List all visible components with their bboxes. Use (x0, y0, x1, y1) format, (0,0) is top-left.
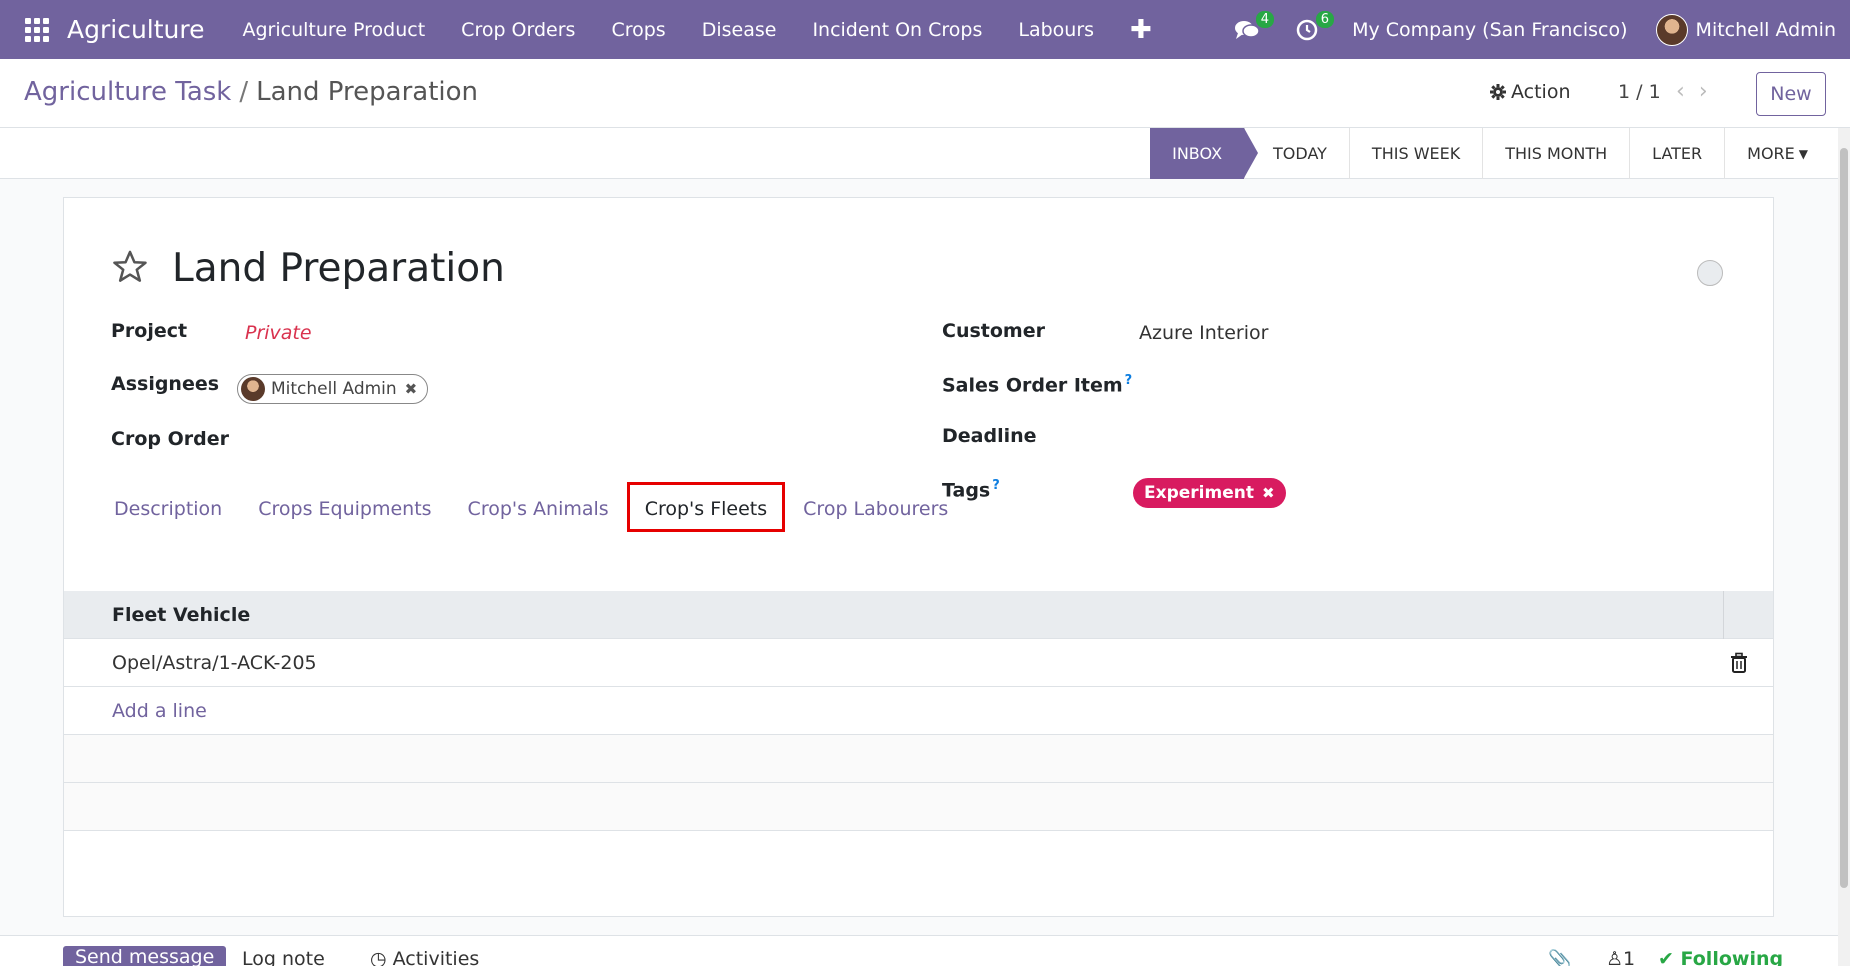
tag-label: Experiment (1144, 483, 1254, 503)
empty-row (64, 735, 1773, 783)
plus-icon[interactable]: ✚ (1130, 15, 1152, 45)
fleet-vehicle-cell[interactable]: Opel/Astra/1-ACK-205 (112, 652, 317, 674)
scroll-thumb[interactable] (1840, 148, 1848, 888)
sales-order-item-text: Sales Order Item (942, 374, 1123, 397)
apps-menu-icon[interactable] (25, 17, 49, 42)
user-avatar[interactable] (1655, 13, 1688, 46)
column-divider (1723, 591, 1724, 639)
breadcrumb-parent[interactable]: Agriculture Task (24, 77, 231, 107)
sales-order-item-label: Sales Order Item? (942, 373, 1132, 396)
messages-count-badge: 4 (1255, 10, 1275, 28)
activities-count-badge: 6 (1315, 10, 1335, 28)
help-icon[interactable]: ? (1125, 373, 1133, 388)
tab-description[interactable]: Description (96, 482, 240, 532)
menu-agriculture-product[interactable]: Agriculture Product (225, 19, 444, 41)
app-title[interactable]: Agriculture (67, 15, 205, 44)
activities-label: Activities (392, 948, 480, 966)
assignee-tag[interactable]: Mitchell Admin ✖ (237, 374, 429, 404)
assignee-name: Mitchell Admin (271, 379, 397, 399)
customer-field[interactable]: Azure Interior (1139, 322, 1268, 344)
table-header: Fleet Vehicle (64, 591, 1773, 639)
pager-value[interactable]: 1 / 1 (1618, 81, 1661, 103)
clock-icon (1296, 19, 1318, 40)
following-label: Following (1680, 948, 1784, 966)
followers-count: 1 (1623, 948, 1636, 966)
record-title[interactable]: Land Preparation (172, 246, 505, 291)
column-fleet-vehicle[interactable]: Fleet Vehicle (112, 604, 250, 626)
menu-disease[interactable]: Disease (684, 19, 795, 41)
company-switcher[interactable]: My Company (San Francisco) (1352, 19, 1627, 41)
action-label: Action (1511, 81, 1571, 103)
assignee-avatar (241, 377, 265, 401)
following-button[interactable]: ✔ Following (1658, 948, 1783, 966)
stage-this-week[interactable]: THIS WEEK (1350, 128, 1484, 179)
pager-arrows: ‹› (1676, 79, 1722, 104)
notebook-tabs: Description Crops Equipments Crop's Anim… (96, 482, 966, 532)
control-panel: Agriculture Task / Land Preparation Action… (0, 59, 1850, 128)
deadline-label: Deadline (942, 425, 1037, 447)
tab-crops-equipments[interactable]: Crops Equipments (240, 482, 449, 532)
menu-crops[interactable]: Crops (593, 19, 683, 41)
stage-later[interactable]: LATER (1630, 128, 1726, 179)
add-line-row: Add a line (64, 687, 1773, 735)
stage-more-label: MORE (1747, 144, 1795, 163)
help-icon[interactable]: ? (992, 478, 1000, 493)
remove-tag-icon[interactable]: ✖ (1262, 484, 1275, 502)
star-icon[interactable] (111, 248, 149, 286)
empty-row (64, 783, 1773, 831)
action-button[interactable]: Action (1490, 81, 1571, 103)
trash-icon[interactable] (1729, 652, 1749, 674)
chevron-right-icon[interactable]: › (1699, 79, 1722, 104)
remove-assignee-icon[interactable]: ✖ (405, 380, 418, 398)
stage-this-month[interactable]: THIS MONTH (1483, 128, 1631, 179)
breadcrumb: Agriculture Task / Land Preparation (24, 77, 478, 107)
check-icon: ✔ (1658, 948, 1681, 966)
top-navbar: Agriculture Agriculture Product Crop Ord… (0, 0, 1850, 59)
table-row[interactable]: Opel/Astra/1-ACK-205 (64, 639, 1773, 687)
kanban-state-indicator[interactable] (1697, 260, 1723, 286)
messages-button[interactable]: 4 (1232, 10, 1275, 45)
log-note-button[interactable]: Log note (242, 948, 325, 966)
new-button[interactable]: New (1756, 72, 1826, 116)
menu-incident-on-crops[interactable]: Incident On Crops (794, 19, 1000, 41)
user-icon: ♙ (1606, 948, 1624, 966)
tab-crops-fleets[interactable]: Crop's Fleets (626, 482, 786, 532)
breadcrumb-separator: / (239, 77, 249, 107)
chatter-bar: Send message Log note ◷ Activities 📎 ♙1 … (0, 935, 1838, 966)
gear-icon (1490, 84, 1506, 100)
stage-today[interactable]: TODAY (1245, 128, 1350, 179)
send-message-button[interactable]: Send message (63, 946, 227, 966)
user-menu[interactable]: Mitchell Admin (1696, 19, 1836, 41)
followers-button[interactable]: ♙1 (1606, 948, 1635, 966)
add-line-link[interactable]: Add a line (112, 700, 207, 722)
activity-filter-bar: INBOX TODAY THIS WEEK THIS MONTH LATER M… (0, 128, 1838, 179)
menu-labours[interactable]: Labours (1000, 19, 1112, 41)
paperclip-icon[interactable]: 📎 (1548, 948, 1572, 966)
menu-crop-orders[interactable]: Crop Orders (443, 19, 593, 41)
breadcrumb-current: Land Preparation (256, 77, 479, 107)
project-label: Project (111, 320, 188, 342)
caret-down-icon: ▼ (1798, 146, 1808, 161)
assignees-label: Assignees (111, 373, 220, 395)
activities-button[interactable]: 6 (1292, 10, 1335, 45)
stage-more[interactable]: MORE ▼ (1725, 128, 1838, 179)
activities-button-chatter[interactable]: ◷ Activities (370, 948, 479, 966)
tab-crops-animals[interactable]: Crop's Animals (450, 482, 627, 532)
tab-crop-labourers[interactable]: Crop Labourers (785, 482, 966, 532)
clock-icon: ◷ (370, 948, 393, 966)
crop-order-label: Crop Order (111, 428, 229, 450)
chevron-left-icon[interactable]: ‹ (1676, 79, 1699, 104)
stage-inbox[interactable]: INBOX (1150, 128, 1258, 179)
customer-label: Customer (942, 320, 1045, 342)
project-field[interactable]: Private (245, 322, 312, 344)
tag-experiment[interactable]: Experiment ✖ (1133, 478, 1286, 508)
scrollbar[interactable] (1838, 128, 1850, 966)
form-sheet: Land Preparation Project Private Assigne… (63, 197, 1774, 917)
